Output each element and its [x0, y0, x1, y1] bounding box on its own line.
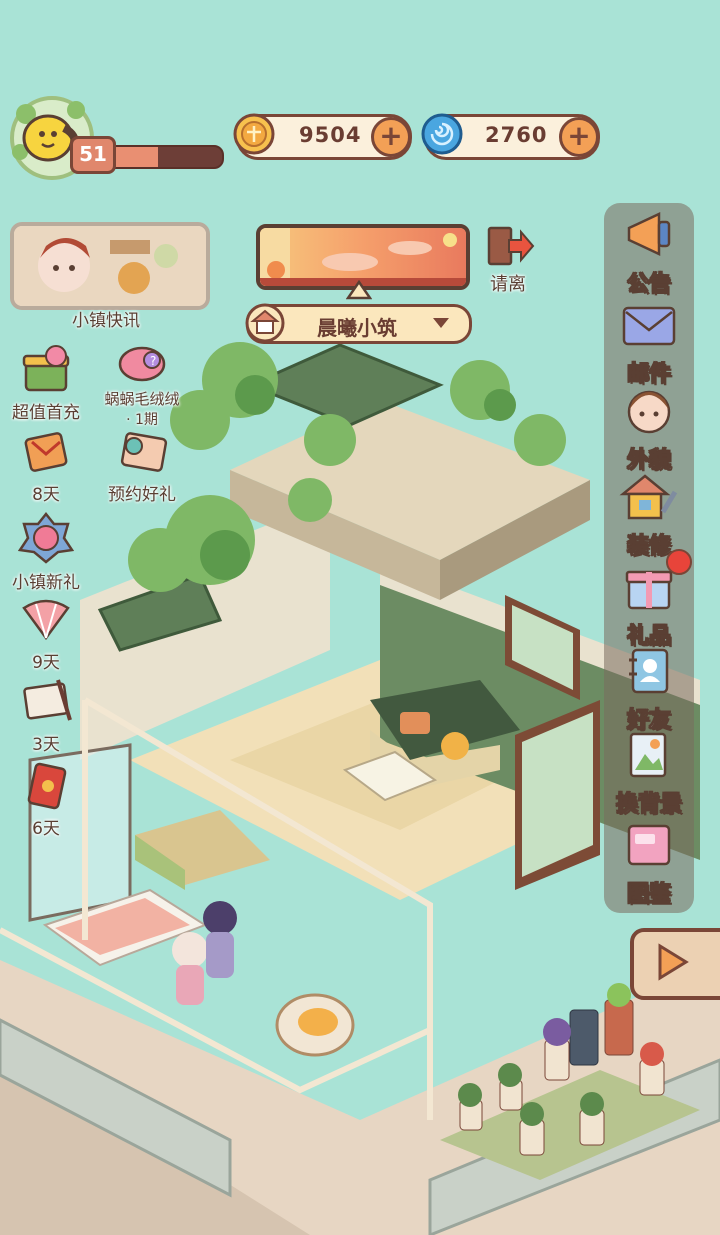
fan-event-button[interactable]: 9天 — [6, 594, 86, 673]
fan-event-timer: 9天 — [32, 653, 60, 673]
letter-event-button[interactable]: 3天 — [6, 676, 86, 755]
add-gems-button[interactable]: + — [559, 117, 599, 157]
letter-icon — [23, 679, 72, 721]
flower-badge-icon — [17, 511, 75, 564]
reservation-gift-button[interactable]: 预约好礼 — [96, 426, 188, 505]
envelope-event-button[interactable]: 8天 — [6, 426, 86, 505]
ticket-icon — [120, 432, 168, 472]
album-label: 图鉴 — [626, 882, 671, 908]
gift-icon — [625, 570, 673, 610]
envelope-icon — [24, 432, 68, 472]
plush-icon: ? — [118, 346, 166, 382]
mail-label: 邮件 — [626, 362, 671, 388]
contact-book-icon — [629, 648, 669, 694]
gift-box-icon — [22, 345, 70, 392]
exit-door-icon — [487, 226, 535, 266]
album-icon — [627, 824, 671, 866]
level-badge: 51 — [70, 136, 116, 174]
reservation-gift-label: 预约好礼 — [108, 485, 176, 505]
plush-event-button[interactable]: ? 蜗蜗毛绒绒 · 1期 — [96, 340, 188, 429]
sunrise-scene-icon — [260, 228, 466, 286]
character-face-icon — [627, 390, 671, 434]
red-envelope-event-timer: 6天 — [32, 819, 60, 839]
svg-text:?: ? — [150, 354, 156, 368]
gem-value: 2760 — [485, 123, 548, 147]
first-recharge-button[interactable]: 超值首充 — [6, 344, 86, 423]
change-background-button[interactable]: 换背景 — [604, 730, 694, 818]
mail-icon — [622, 306, 676, 346]
house-selector-dropdown[interactable]: 晨曦小筑 — [245, 303, 472, 344]
add-coins-button[interactable]: + — [371, 117, 411, 157]
gem-counter: 2760 + — [421, 113, 600, 160]
town-new-gift-label: 小镇新礼 — [12, 573, 80, 593]
time-pointer-icon — [346, 280, 372, 300]
envelope-event-timer: 8天 — [32, 485, 60, 505]
change-background-label: 换背景 — [615, 792, 682, 818]
decorate-button[interactable]: 装修 — [604, 472, 694, 560]
red-envelope-icon — [27, 762, 67, 810]
album-button[interactable]: 图鉴 — [604, 820, 694, 908]
xp-progress-bar — [104, 145, 224, 169]
house-icon — [245, 303, 285, 343]
plush-event-label: 蜗蜗毛绒绒 — [104, 390, 180, 408]
mail-button[interactable]: 邮件 — [604, 304, 694, 388]
announcement-label: 公告 — [626, 272, 671, 298]
leave-label: 请离 — [490, 274, 526, 295]
town-news-label: 小镇快讯 — [72, 311, 140, 331]
first-recharge-label: 超值首充 — [12, 403, 80, 423]
appearance-button[interactable]: 外貌 — [604, 386, 694, 474]
letter-event-timer: 3天 — [32, 735, 60, 755]
appearance-label: 外貌 — [626, 448, 671, 474]
news-illustration-icon — [14, 226, 206, 306]
expand-panel-button[interactable] — [630, 928, 720, 1000]
gifts-button[interactable]: 礼品 — [604, 562, 694, 650]
announcement-button[interactable]: 公告 — [604, 208, 694, 298]
background-icon — [629, 732, 667, 778]
house-name: 晨曦小筑 — [317, 316, 397, 340]
house-wrench-icon — [619, 474, 678, 520]
swirl-gem-icon — [421, 113, 463, 155]
chevron-down-icon — [433, 318, 449, 328]
fan-icon — [22, 599, 70, 641]
friends-button[interactable]: 好友 — [604, 646, 694, 734]
coin-icon — [233, 113, 275, 155]
leave-button[interactable]: 请离 — [478, 224, 538, 296]
coin-counter: 9504 + — [233, 113, 412, 160]
town-news-card[interactable] — [10, 222, 210, 310]
town-new-gift-button[interactable]: 小镇新礼 — [6, 511, 86, 593]
coin-value: 9504 — [299, 123, 362, 147]
megaphone-icon — [627, 212, 671, 256]
red-envelope-event-button[interactable]: 6天 — [6, 760, 86, 839]
play-arrow-icon — [658, 943, 689, 981]
